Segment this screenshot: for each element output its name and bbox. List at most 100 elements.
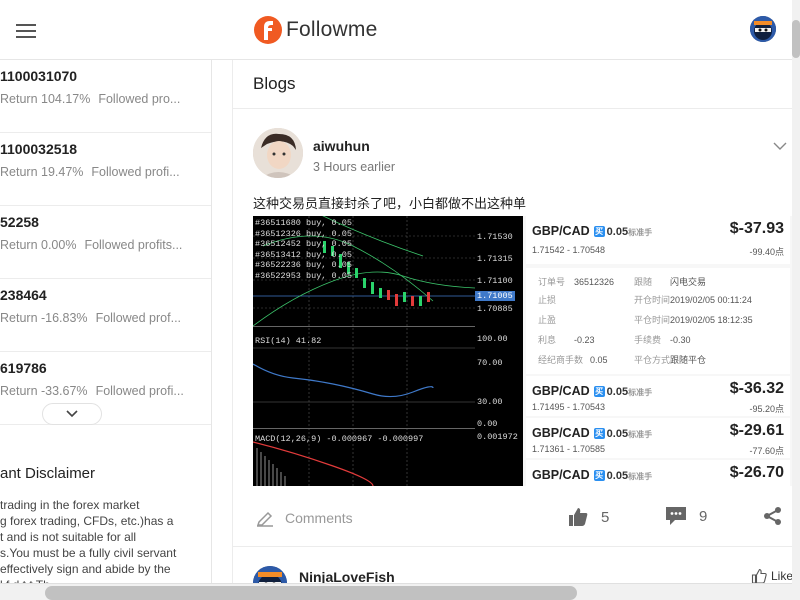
trader-followed-profits: Followed profits... (84, 238, 183, 252)
trade-detail: 订单号 36512326 跟随 闪电交易 止损 开仓时间2019/02/05 00:… (526, 268, 790, 374)
divider (233, 108, 793, 109)
disclaimer-line: g forex trading, CFDs, etc.)has a (0, 514, 174, 528)
macd-tick: 0.001972 (477, 432, 518, 442)
trader-stats: Return -33.67% Followed profi... (0, 383, 211, 399)
order-label: #36522236 buy, 0.05 (255, 260, 352, 270)
trader-id: 619786 (0, 360, 47, 376)
price-tick: 1.71100 (477, 276, 513, 286)
trade-pnl: $-29.61 (729, 422, 784, 439)
trader-followed-profits: Followed profi... (91, 165, 180, 179)
trade-pair: GBP/CAD 买 0.05标准手 (532, 224, 653, 238)
trader-id: 1100032518 (0, 141, 78, 157)
trader-stats: Return 104.17% Followed pro... (0, 91, 211, 107)
trader-return: Return 0.00% (0, 238, 77, 252)
post-author-name[interactable]: aiwuhun (313, 138, 370, 154)
post-actions: Comments 5 9 (233, 500, 793, 536)
rsi-tick: 30.00 (477, 397, 503, 407)
hamburger-menu-icon[interactable] (16, 24, 36, 38)
trader-item[interactable]: 619786 Return -33.67% Followed profi... (0, 352, 211, 425)
comment-count: 9 (699, 507, 708, 525)
blogs-panel: Blogs aiwuhun 3 Hours earlier 这种交易员直接封杀了… (232, 60, 793, 600)
blogs-title: Blogs (253, 74, 296, 93)
expand-list-button[interactable] (42, 403, 102, 425)
trader-id: 52258 (0, 214, 39, 230)
trader-item[interactable]: 52258 Return 0.00% Followed profits... (0, 206, 211, 279)
chevron-down-icon (66, 410, 78, 418)
order-label: #36522953 buy, 0.05 (255, 270, 352, 281)
like-button[interactable]: 5 (567, 506, 609, 528)
order-label: #36513412 buy, 0.05 (255, 249, 352, 260)
trader-id: 238464 (0, 287, 47, 303)
comments-button[interactable]: Comments (255, 508, 353, 528)
edit-icon (256, 511, 273, 527)
trade-price-range: 1.71361 - 1.70585 (532, 444, 606, 454)
current-price-tag: 1.71005 (475, 291, 515, 301)
trade-pair: GBP/CAD 买 0.05标准手 (532, 384, 653, 398)
scrollbar-thumb[interactable] (45, 586, 577, 600)
buy-badge-icon: 买 (593, 470, 605, 482)
trade-pnl: $-36.32 (729, 380, 784, 397)
rsi-tick: 100.00 (477, 334, 508, 344)
trade-price-range: 1.71542 - 1.70548 (532, 245, 606, 255)
buy-badge-icon: 买 (593, 428, 605, 440)
trader-followed-profits: Followed prof... (95, 311, 182, 325)
like-button[interactable]: Like (751, 568, 793, 584)
comment-count-button[interactable]: 9 (665, 506, 707, 526)
vertical-scrollbar[interactable] (792, 0, 800, 600)
comments-label: Comments (285, 510, 353, 526)
top-header: Followme (0, 0, 792, 60)
price-tick: 1.70885 (477, 304, 513, 314)
trader-followed-profits: Followed pro... (98, 92, 181, 106)
rsi-tick: 0.00 (477, 419, 498, 429)
followme-logo-icon (254, 16, 282, 44)
trader-item[interactable]: 1100032518 Return 19.47% Followed profi..… (0, 133, 211, 206)
post-text: 这种交易员直接封杀了吧，小白都做不出这种单 (253, 196, 527, 211)
post-image[interactable]: #36511680 buy, 0.05 #36512326 buy, 0.05 … (253, 216, 793, 486)
trade-card: GBP/CAD 买 0.05标准手 $-37.93 1.71542 - 1.7054… (526, 216, 790, 264)
price-tick: 1.71530 (477, 232, 513, 242)
trader-return: Return 104.17% (0, 92, 91, 106)
chart-text-overlay: #36511680 buy, 0.05 #36512326 buy, 0.05 … (253, 216, 523, 486)
trader-list-panel: 1100031070 Return 104.17% Followed pro...… (0, 60, 212, 600)
buy-badge-icon: 买 (593, 386, 605, 398)
trade-pnl: $-37.93 (729, 220, 784, 237)
disclaimer-line: s.You must be a fully civil servant (0, 546, 177, 560)
page: Followme 1100031070 Return 104.17% Follow… (0, 0, 800, 600)
trader-return: Return -16.83% (0, 311, 88, 325)
order-label: #36512326 buy, 0.05 (255, 228, 352, 239)
chevron-down-icon[interactable] (773, 138, 787, 150)
trade-points: -77.60点 (749, 446, 784, 456)
macd-label: MACD(12,26,9) -0.000967 -0.000997 (255, 434, 424, 444)
rsi-label: RSI(14) 41.82 (255, 336, 322, 346)
comment-bubble-icon (666, 507, 686, 525)
order-label: #36511680 buy, 0.05 (255, 218, 352, 228)
disclaimer-line: effectively sign and abide by the (0, 562, 171, 576)
trade-card: GBP/CAD 买 0.05标准手 $-26.70 (526, 460, 790, 486)
trade-pair: GBP/CAD 买 0.05标准手 (532, 468, 653, 482)
trade-list: GBP/CAD 买 0.05标准手 $-37.93 1.71542 - 1.7054… (523, 216, 793, 486)
trader-stats: Return -16.83% Followed prof... (0, 310, 211, 326)
post-timestamp: 3 Hours earlier (313, 160, 395, 174)
trader-item[interactable]: 238464 Return -16.83% Followed prof... (0, 279, 211, 352)
scrollbar-thumb[interactable] (792, 20, 800, 58)
trader-followed-profits: Followed profi... (95, 384, 184, 398)
trader-item[interactable]: 1100031070 Return 104.17% Followed pro... (0, 60, 211, 133)
divider (233, 546, 793, 547)
trader-return: Return -33.67% (0, 384, 88, 398)
post-author-avatar[interactable] (253, 128, 303, 178)
trade-points: -99.40点 (749, 247, 784, 257)
like-count: 5 (601, 508, 610, 526)
brand-name: Followme (286, 18, 378, 41)
horizontal-scrollbar[interactable] (0, 583, 792, 600)
trade-points: -95.20点 (749, 404, 784, 414)
followme-logo[interactable]: Followme (254, 15, 377, 45)
trader-stats: Return 0.00% Followed profits... (0, 237, 211, 253)
trader-id: 1100031070 (0, 68, 78, 84)
trade-price-range: 1.71495 - 1.70543 (532, 402, 606, 412)
disclaimer-line: t and is not suitable for all (0, 530, 137, 544)
share-button[interactable] (763, 506, 783, 531)
trader-return: Return 19.47% (0, 165, 84, 179)
user-avatar[interactable] (750, 16, 776, 42)
like-label: Like (771, 569, 794, 583)
disclaimer-title: ant Disclaimer (0, 465, 96, 482)
